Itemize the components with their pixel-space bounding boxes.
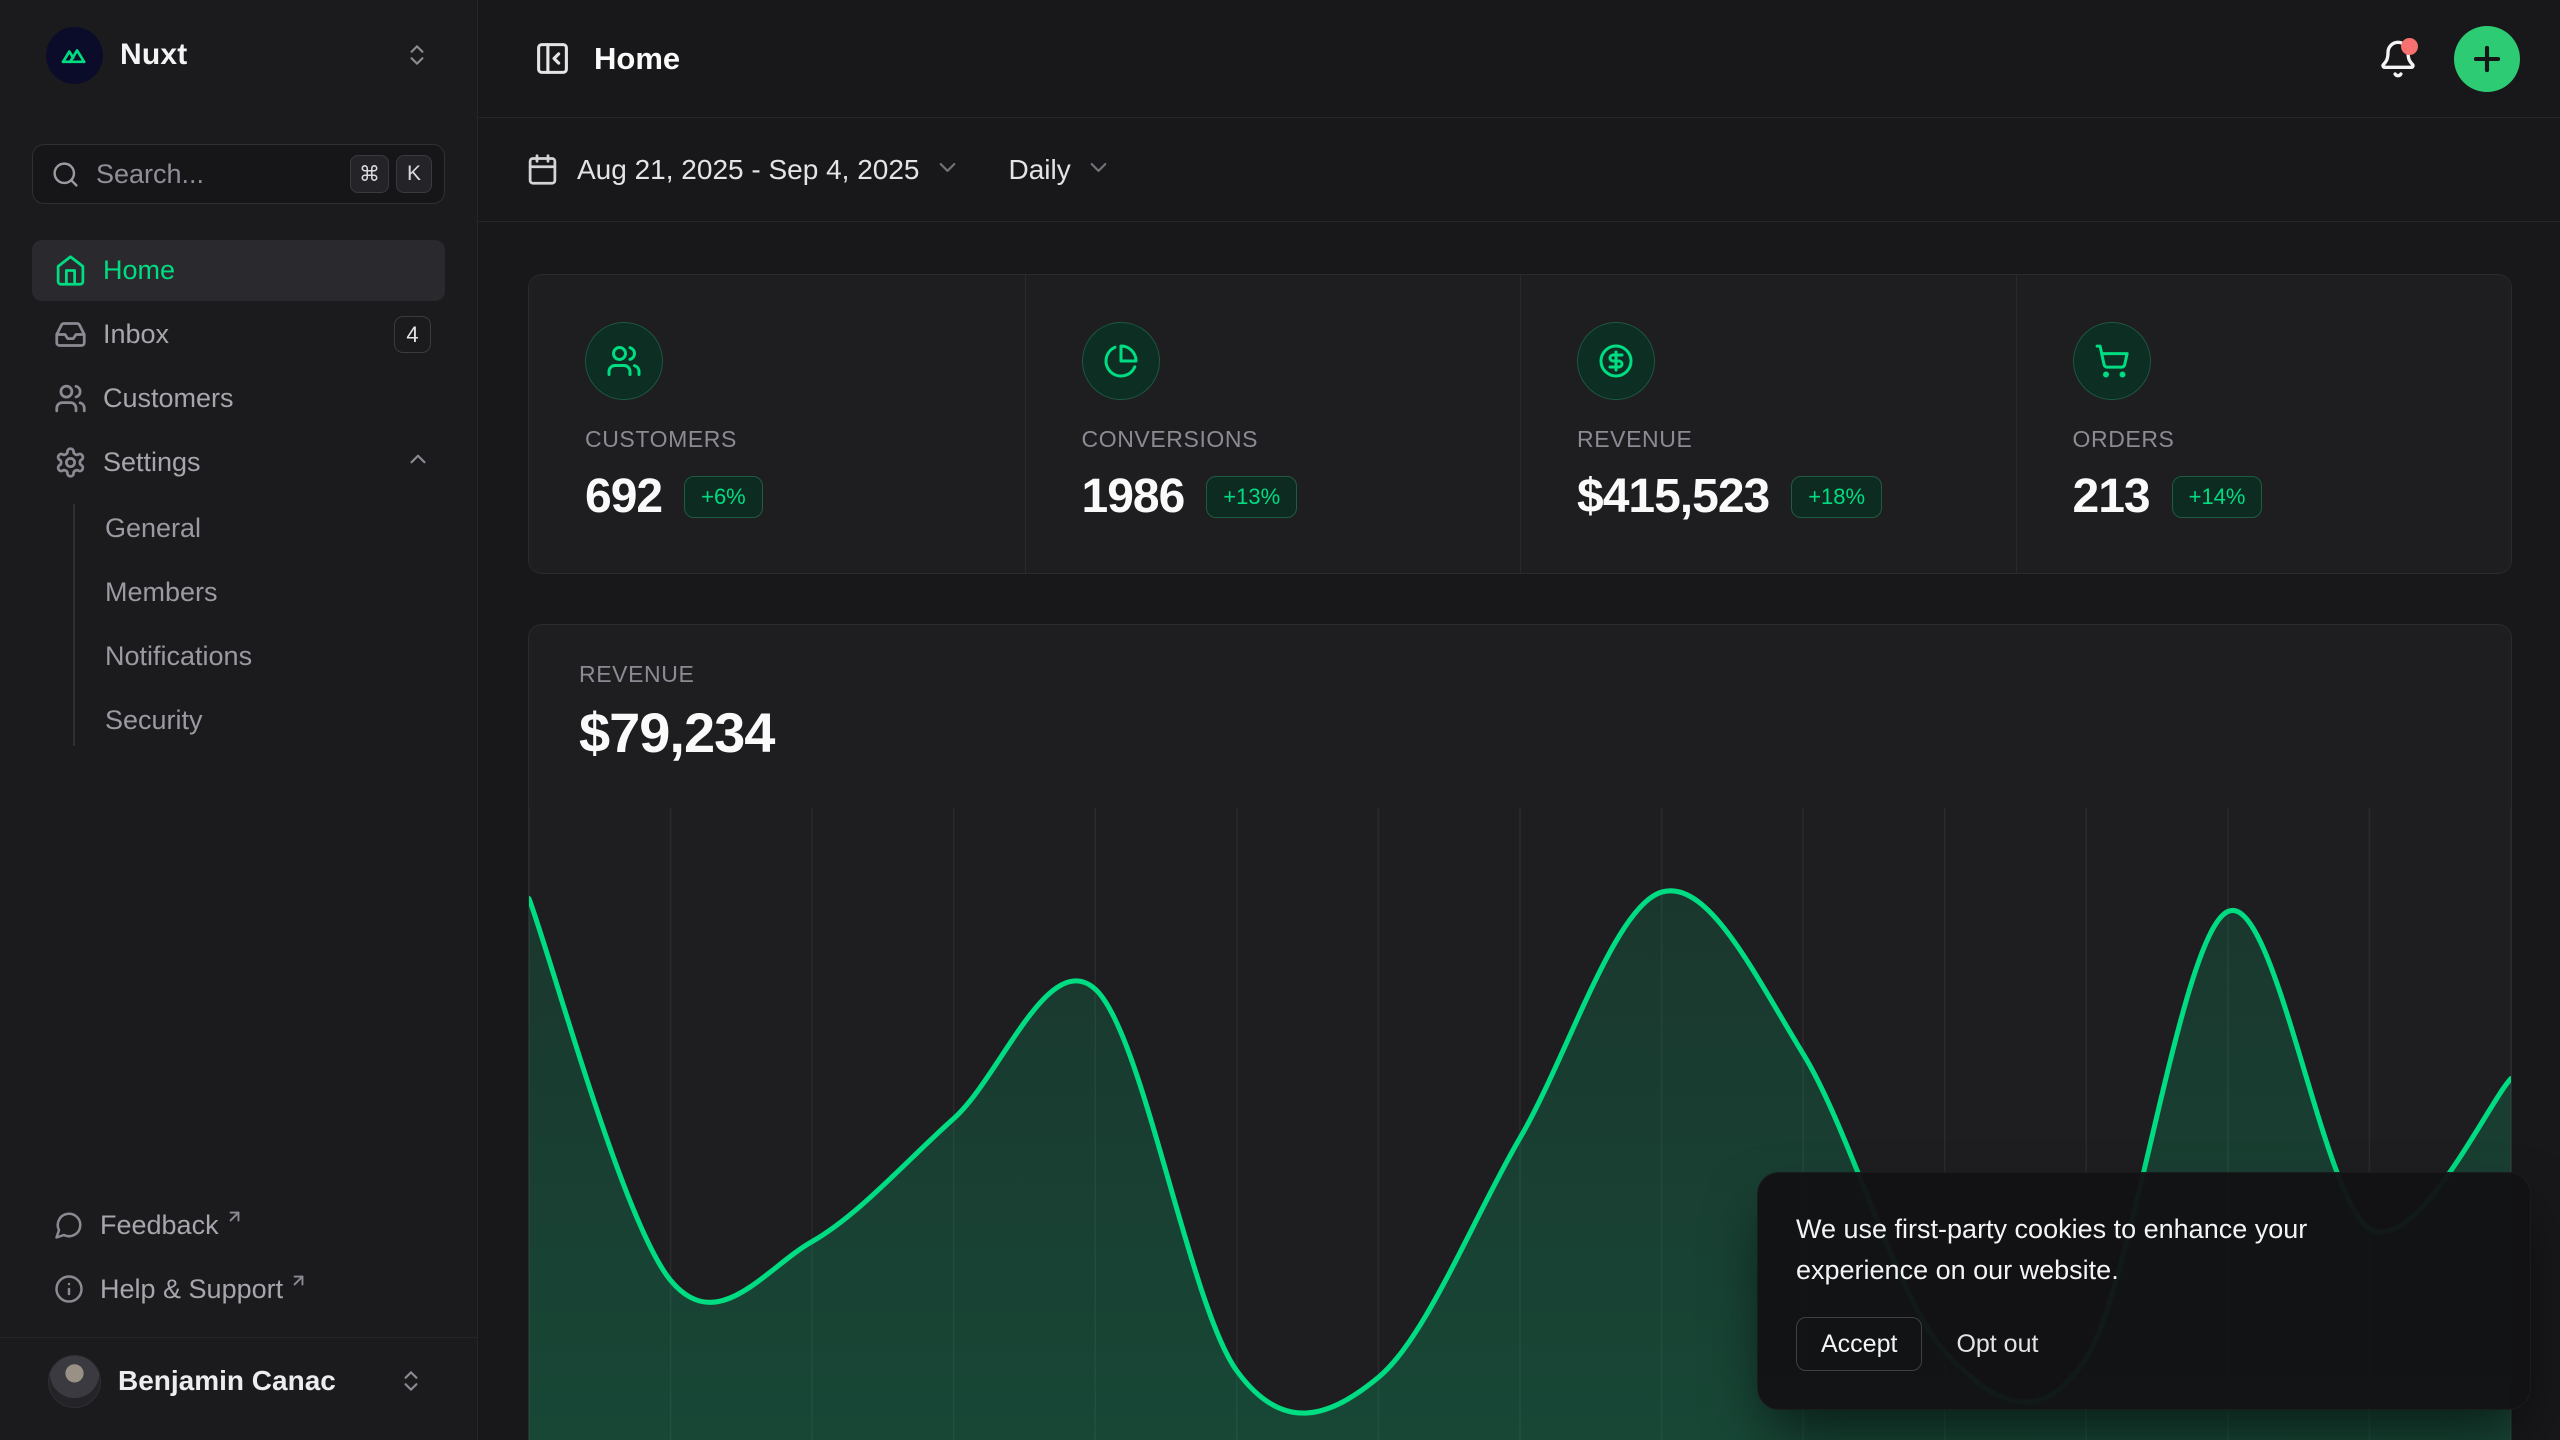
sidebar-item-settings[interactable]: Settings — [32, 432, 445, 493]
search-placeholder: Search... — [96, 159, 204, 190]
notifications-button[interactable] — [2370, 31, 2426, 87]
date-range-value: Aug 21, 2025 - Sep 4, 2025 — [577, 154, 920, 186]
sidebar-item-general[interactable]: General — [32, 498, 445, 559]
stats-row: CUSTOMERS 692 +6% CONVERSIONS 1986 — [528, 274, 2512, 574]
granularity-value: Daily — [1009, 154, 1071, 186]
sidebar-item-home[interactable]: Home — [32, 240, 445, 301]
chevron-up-icon — [405, 446, 431, 479]
stat-label: REVENUE — [1577, 426, 1976, 453]
stat-label: CONVERSIONS — [1082, 426, 1481, 453]
user-name: Benjamin Canac — [118, 1365, 336, 1397]
help-support-link[interactable]: Help & Support — [32, 1261, 445, 1317]
sidebar-item-security[interactable]: Security — [32, 690, 445, 751]
circle-dollar-icon — [1577, 322, 1655, 400]
submenu-guide-line — [73, 504, 75, 746]
stat-delta-badge: +6% — [684, 476, 763, 518]
users-icon — [585, 322, 663, 400]
panel-left-close-icon — [534, 40, 571, 77]
stat-card-conversions[interactable]: CONVERSIONS 1986 +13% — [1025, 275, 1521, 573]
revenue-card-header: REVENUE $79,234 — [529, 625, 2511, 763]
stat-value: $415,523 — [1577, 469, 1769, 524]
stat-value: 1986 — [1082, 469, 1185, 524]
date-range-picker[interactable]: Aug 21, 2025 - Sep 4, 2025 — [526, 153, 961, 186]
cookie-message: We use first-party cookies to enhance yo… — [1796, 1209, 2406, 1291]
search-shortcut: ⌘ K — [350, 155, 432, 193]
gear-icon — [54, 446, 87, 479]
calendar-icon — [526, 153, 559, 186]
sidebar-item-members[interactable]: Members — [32, 562, 445, 623]
inbox-count-badge: 4 — [394, 316, 431, 353]
sidebar-item-notifications[interactable]: Notifications — [32, 626, 445, 687]
search-input[interactable]: Search... ⌘ K — [32, 144, 445, 204]
sidebar-footer: Feedback Help & Support — [32, 1197, 445, 1317]
stat-card-revenue[interactable]: REVENUE $415,523 +18% — [1520, 275, 2016, 573]
home-icon — [54, 254, 87, 287]
cookie-banner: We use first-party cookies to enhance yo… — [1757, 1172, 2531, 1410]
avatar — [48, 1355, 101, 1408]
nuxt-logo-icon — [46, 27, 103, 84]
external-link-icon — [289, 1266, 308, 1297]
message-bubble-icon — [54, 1210, 84, 1240]
notification-dot — [2401, 38, 2418, 55]
add-button[interactable] — [2454, 26, 2520, 92]
shopping-cart-icon — [2073, 322, 2151, 400]
chevrons-up-down-icon — [391, 1361, 431, 1401]
kbd-k: K — [396, 155, 432, 193]
stat-card-customers[interactable]: CUSTOMERS 692 +6% — [529, 275, 1025, 573]
workspace-switcher[interactable]: Nuxt — [32, 20, 445, 90]
stat-label: ORDERS — [2073, 426, 2472, 453]
pie-chart-icon — [1082, 322, 1160, 400]
plus-icon — [2468, 40, 2506, 78]
sidebar-spacer — [32, 754, 445, 1197]
revenue-total: $79,234 — [579, 703, 2461, 763]
granularity-select[interactable]: Daily — [1009, 154, 1112, 186]
chevrons-up-down-icon[interactable] — [395, 33, 439, 77]
page-title: Home — [594, 41, 680, 77]
revenue-label: REVENUE — [579, 661, 2461, 687]
filters-toolbar: Aug 21, 2025 - Sep 4, 2025 Daily — [478, 118, 2560, 222]
page-header: Home — [478, 0, 2560, 118]
cookie-actions: Accept Opt out — [1796, 1317, 2490, 1371]
chevron-down-icon — [1085, 154, 1112, 186]
opt-out-button[interactable]: Opt out — [1956, 1330, 2038, 1359]
workspace-name: Nuxt — [120, 38, 187, 72]
stat-value: 692 — [585, 469, 662, 524]
search-icon — [51, 160, 80, 189]
chevron-down-icon — [934, 154, 961, 186]
header-actions — [2370, 26, 2520, 92]
sidebar-item-inbox[interactable]: Inbox 4 — [32, 304, 445, 365]
stat-delta-badge: +14% — [2172, 476, 2263, 518]
users-icon — [54, 382, 87, 415]
stat-delta-badge: +13% — [1206, 476, 1297, 518]
sidebar-nav: Home Inbox 4 Customers — [32, 240, 445, 754]
stat-delta-badge: +18% — [1791, 476, 1882, 518]
external-link-icon — [225, 1202, 244, 1233]
stat-label: CUSTOMERS — [585, 426, 985, 453]
sidebar-item-customers[interactable]: Customers — [32, 368, 445, 429]
accept-button[interactable]: Accept — [1796, 1317, 1922, 1371]
inbox-icon — [54, 318, 87, 351]
stat-value: 213 — [2073, 469, 2150, 524]
stat-card-orders[interactable]: ORDERS 213 +14% — [2016, 275, 2512, 573]
sidebar: Nuxt Search... ⌘ K Home — [0, 0, 478, 1440]
feedback-link[interactable]: Feedback — [32, 1197, 445, 1253]
kbd-meta: ⌘ — [350, 155, 389, 193]
settings-submenu: General Members Notifications Security — [32, 498, 445, 754]
info-circle-icon — [54, 1274, 84, 1304]
sidebar-collapse-button[interactable] — [526, 33, 578, 85]
user-menu[interactable]: Benjamin Canac — [32, 1338, 445, 1424]
